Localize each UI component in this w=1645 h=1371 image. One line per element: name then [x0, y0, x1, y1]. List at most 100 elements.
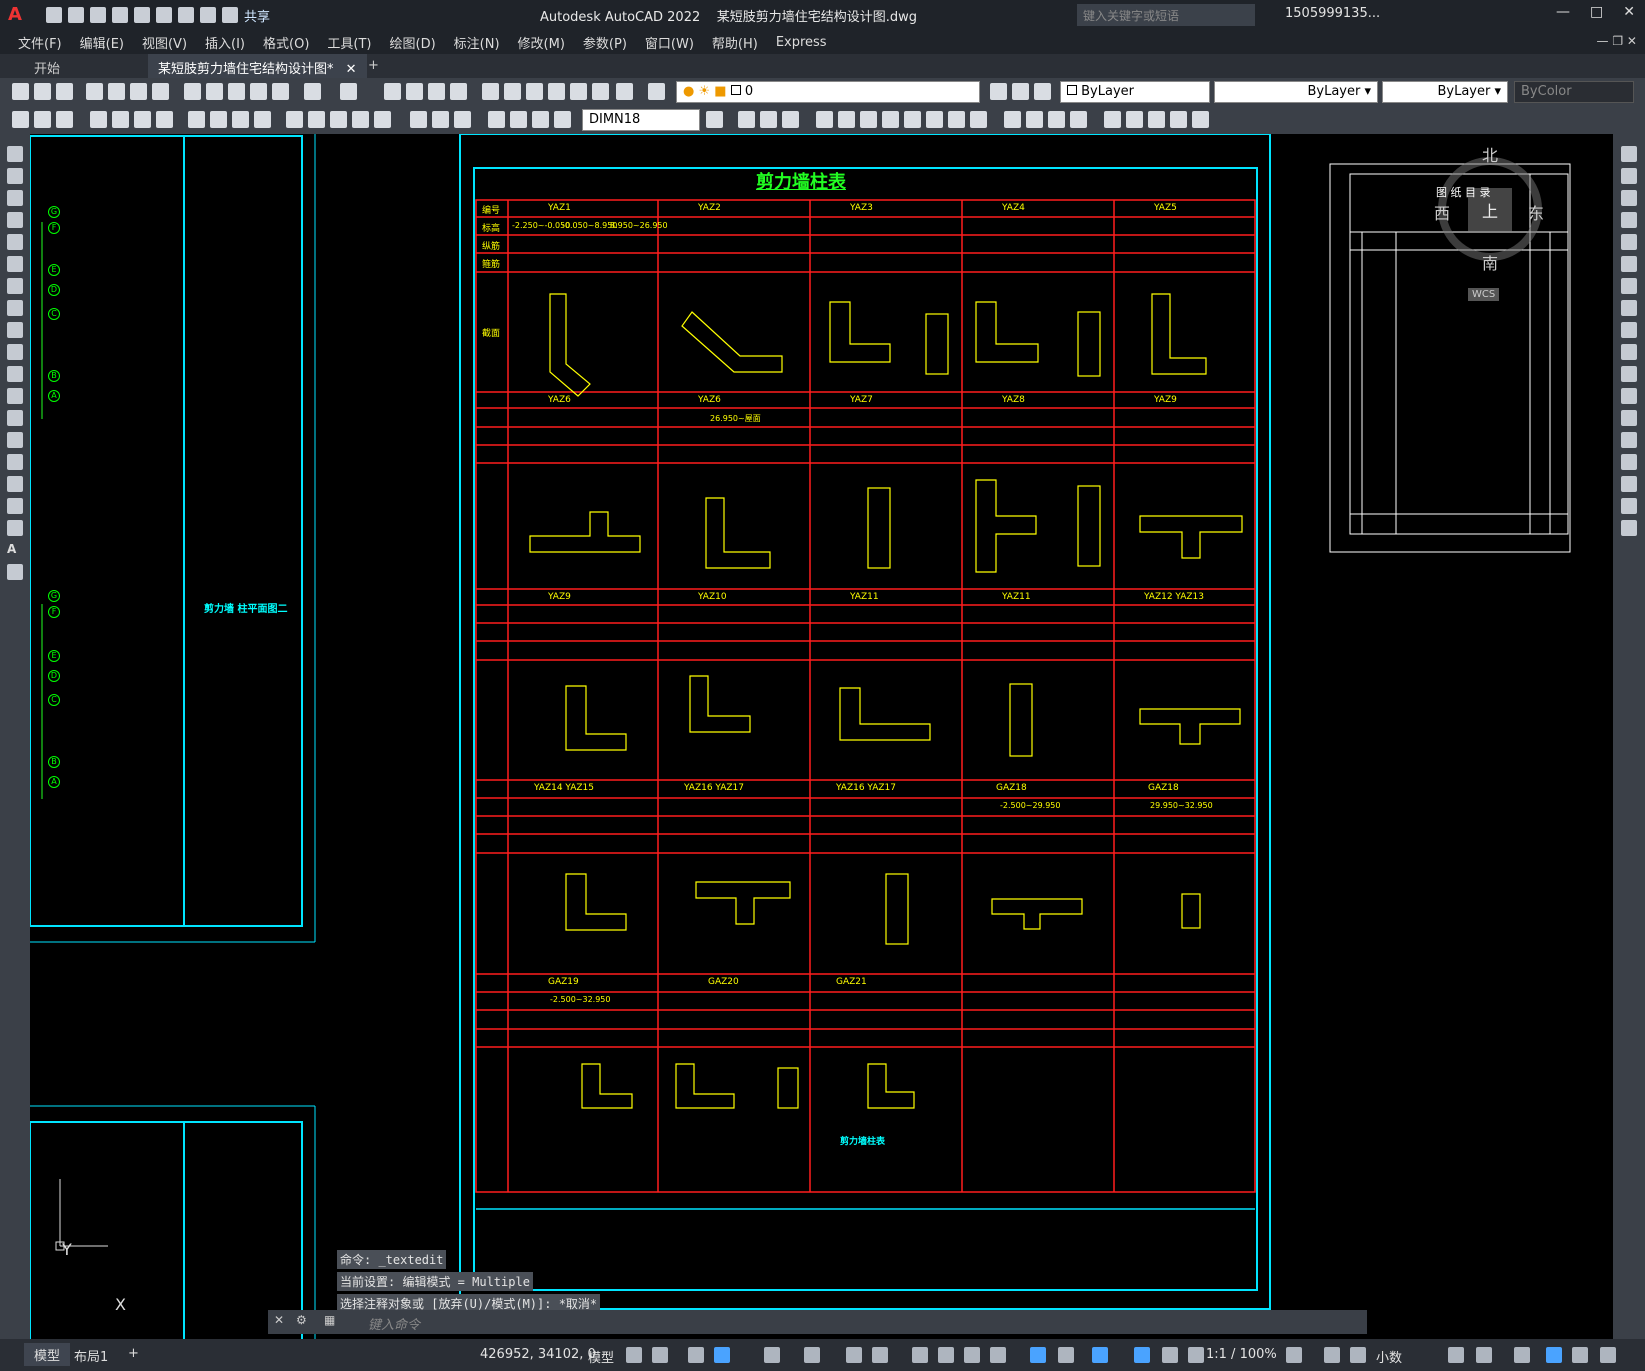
modify-copy-icon[interactable]: [738, 111, 755, 128]
make-current-icon[interactable]: [990, 83, 1007, 100]
modify-break-icon[interactable]: [970, 111, 987, 128]
circle-icon[interactable]: [7, 278, 23, 294]
new-icon[interactable]: [46, 7, 62, 23]
pan-icon[interactable]: [384, 83, 401, 100]
dim-text-edit-icon[interactable]: [454, 111, 471, 128]
annotation-scale-icon[interactable]: [1188, 1347, 1204, 1363]
share-button[interactable]: 共享: [244, 6, 270, 25]
break-at-point-icon[interactable]: [1621, 388, 1637, 404]
gizmo-icon[interactable]: [1092, 1347, 1108, 1363]
color-dropdown[interactable]: ByLayer: [1060, 81, 1210, 103]
add-layout-icon[interactable]: +: [128, 1346, 139, 1361]
tool-palettes-icon[interactable]: [526, 83, 543, 100]
modify-blend-icon[interactable]: [1070, 111, 1087, 128]
add-selected-icon[interactable]: [7, 564, 23, 580]
quick-dim-icon[interactable]: [210, 111, 227, 128]
undo-icon[interactable]: [304, 83, 321, 100]
undo-icon[interactable]: [200, 7, 216, 23]
lock-ui-icon[interactable]: [1476, 1347, 1492, 1363]
array-icon[interactable]: [1621, 234, 1637, 250]
mtext-icon[interactable]: A: [7, 542, 23, 558]
layer-states-icon[interactable]: [1034, 83, 1051, 100]
menu-express[interactable]: Express: [776, 35, 827, 50]
compass-south[interactable]: 南: [1482, 250, 1498, 274]
dim-continue-icon[interactable]: [254, 111, 271, 128]
modify-explode-icon[interactable]: [1104, 111, 1121, 128]
dim-ordinate-icon[interactable]: [90, 111, 107, 128]
plotstyle-dropdown[interactable]: ByColor: [1514, 81, 1634, 103]
table-icon[interactable]: [7, 520, 23, 536]
dim-diameter-icon[interactable]: [156, 111, 173, 128]
menu-help[interactable]: 帮助(H): [712, 33, 758, 52]
modify-trim-icon[interactable]: [926, 111, 943, 128]
ellipse-icon[interactable]: [7, 344, 23, 360]
modify-scale-icon[interactable]: [882, 111, 899, 128]
selection-cycling-icon[interactable]: [964, 1347, 980, 1363]
search-input[interactable]: 键入关键字或短语: [1077, 4, 1255, 26]
region-icon[interactable]: [7, 498, 23, 514]
auto-scale-icon[interactable]: [1162, 1347, 1178, 1363]
revision-cloud-icon[interactable]: [7, 300, 23, 316]
trim-icon[interactable]: [1621, 344, 1637, 360]
open-icon[interactable]: [68, 7, 84, 23]
selection-filter-icon[interactable]: [1058, 1347, 1074, 1363]
menu-parametric[interactable]: 参数(P): [583, 33, 627, 52]
add-tab-icon[interactable]: +: [358, 54, 389, 78]
save-web-icon[interactable]: [156, 7, 172, 23]
stretch-icon[interactable]: [1621, 322, 1637, 338]
modify-pedit-icon[interactable]: [1170, 111, 1187, 128]
recent-commands-icon[interactable]: ▦: [324, 1313, 335, 1327]
dim-style-icon[interactable]: [532, 111, 549, 128]
copy-icon[interactable]: [206, 83, 223, 100]
blend-curves-icon[interactable]: [1621, 498, 1637, 514]
save-icon[interactable]: [90, 7, 106, 23]
explode-icon[interactable]: [1621, 520, 1637, 536]
menu-dimension[interactable]: 标注(N): [454, 33, 500, 52]
ellipse-arc-icon[interactable]: [7, 366, 23, 382]
hardware-acceleration-icon[interactable]: [1546, 1347, 1562, 1363]
compass-west[interactable]: 西: [1434, 200, 1450, 224]
spline-icon[interactable]: [7, 322, 23, 338]
offset-icon[interactable]: [1621, 212, 1637, 228]
dim-aligned-icon[interactable]: [34, 111, 51, 128]
inspection-icon[interactable]: [374, 111, 391, 128]
line-icon[interactable]: [7, 146, 23, 162]
modify-move-icon[interactable]: [838, 111, 855, 128]
cut-icon[interactable]: [184, 83, 201, 100]
layer-previous-icon[interactable]: [1012, 83, 1029, 100]
add-icon[interactable]: [1324, 1347, 1340, 1363]
ortho-icon[interactable]: [714, 1347, 730, 1363]
menu-insert[interactable]: 插入(I): [205, 33, 245, 52]
drawing-canvas[interactable]: 剪力墙柱表 剪力墙 柱平面图二 剪力墙柱表 YAZ1 YAZ2 YAZ3 YAZ…: [30, 134, 1613, 1339]
modify-array-icon[interactable]: [816, 111, 833, 128]
wcs-menu[interactable]: WCS: [1468, 288, 1500, 301]
zoom-previous-icon[interactable]: [450, 83, 467, 100]
modify-mirror-icon[interactable]: [760, 111, 777, 128]
units-icon[interactable]: [1350, 1347, 1366, 1363]
osnap-icon[interactable]: [872, 1347, 888, 1363]
user-account[interactable]: 1505999135...: [1285, 6, 1380, 21]
plot-icon[interactable]: [178, 7, 194, 23]
menu-format[interactable]: 格式(O): [263, 33, 309, 52]
mdi-controls[interactable]: — ❐ ✕: [1597, 34, 1637, 48]
join-icon[interactable]: [1621, 432, 1637, 448]
dim-space-icon[interactable]: [286, 111, 303, 128]
3d-osnap-icon[interactable]: [990, 1347, 1006, 1363]
center-mark-icon[interactable]: [352, 111, 369, 128]
menu-modify[interactable]: 修改(M): [518, 33, 565, 52]
modify-fillet-icon[interactable]: [1048, 111, 1065, 128]
dim-reassociate-icon[interactable]: [554, 111, 571, 128]
annotation-visibility-icon[interactable]: [1134, 1347, 1150, 1363]
block-editor-icon[interactable]: [272, 83, 289, 100]
help-icon[interactable]: [616, 83, 633, 100]
3d-print-icon[interactable]: [152, 83, 169, 100]
grid-icon[interactable]: [626, 1347, 642, 1363]
mirror-icon[interactable]: [1621, 190, 1637, 206]
properties-icon[interactable]: [482, 83, 499, 100]
construction-line-icon[interactable]: [7, 168, 23, 184]
scale-icon[interactable]: [1621, 300, 1637, 316]
polygon-icon[interactable]: [7, 212, 23, 228]
menu-tools[interactable]: 工具(T): [327, 33, 371, 52]
calculator-icon[interactable]: [592, 83, 609, 100]
modify-join-icon[interactable]: [1004, 111, 1021, 128]
